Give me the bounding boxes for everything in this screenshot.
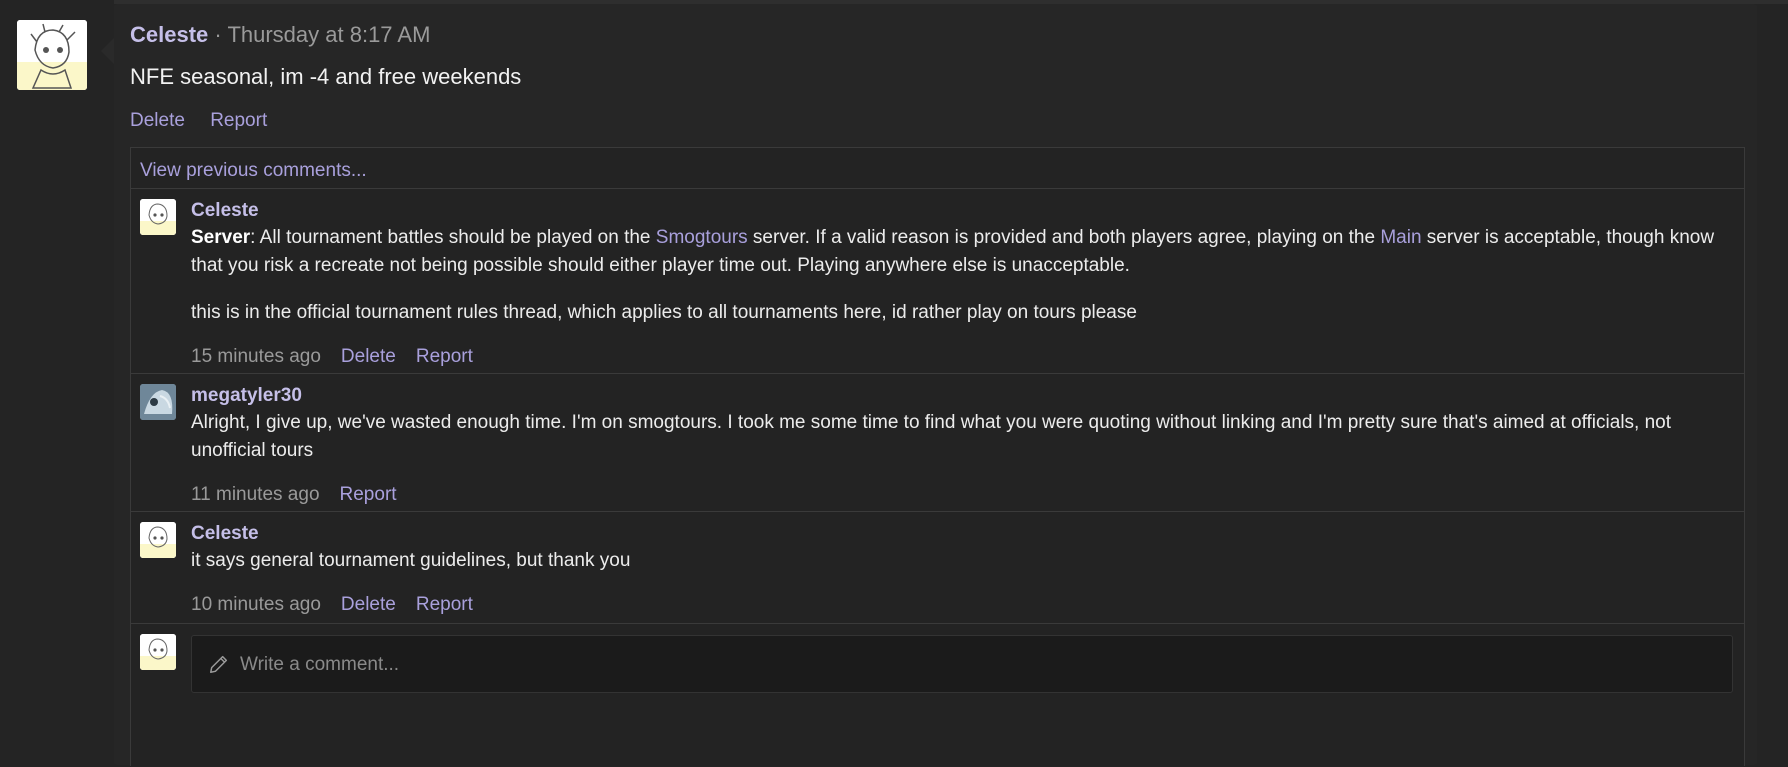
anime-avatar-icon <box>17 20 87 90</box>
main-server-link[interactable]: Main <box>1380 227 1421 248</box>
comment-author-link[interactable]: Celeste <box>191 198 1734 224</box>
comment-meta: 10 minutes ago Delete Report <box>191 592 1734 618</box>
post-body: NFE seasonal, im -4 and free weekends <box>130 64 522 89</box>
megatyler30-avatar[interactable] <box>140 384 176 420</box>
comment-item: megatyler30 Alright, I give up, we've wa… <box>131 373 1744 512</box>
comment-timestamp[interactable]: 10 minutes ago <box>191 594 321 615</box>
comment-text-part: : All tournament battles should be playe… <box>250 227 656 248</box>
comment-input[interactable] <box>238 636 1722 694</box>
pokemon-avatar-icon <box>140 384 176 420</box>
comment-report-link[interactable]: Report <box>416 346 473 367</box>
post-header: Celeste · Thursday at 8:17 AM <box>130 22 430 48</box>
post-actions: Delete Report <box>130 110 287 132</box>
comment-meta: 11 minutes ago Report <box>191 482 1734 508</box>
comment-author-link[interactable]: Celeste <box>191 521 1734 547</box>
comment-text: it says general tournament guidelines, b… <box>191 550 631 571</box>
avatar-column <box>0 0 114 765</box>
comment-timestamp[interactable]: 15 minutes ago <box>191 346 321 367</box>
post-delete-link[interactable]: Delete <box>130 110 185 131</box>
comment-delete-link[interactable]: Delete <box>341 346 396 367</box>
comment-composer-row <box>131 623 1744 767</box>
view-previous-comments-link[interactable]: View previous comments... <box>140 160 367 182</box>
celeste-avatar[interactable] <box>17 20 87 90</box>
comments-section: View previous comments... Celeste Server… <box>130 147 1745 766</box>
anime-avatar-icon <box>140 634 176 670</box>
smogtours-link[interactable]: Smogtours <box>656 227 748 248</box>
comment-report-link[interactable]: Report <box>416 594 473 615</box>
comment-delete-link[interactable]: Delete <box>341 594 396 615</box>
anime-avatar-icon <box>140 522 176 558</box>
comment-text: Server: All tournament battles should be… <box>191 224 1734 280</box>
comment-timestamp[interactable]: 11 minutes ago <box>191 484 320 505</box>
comment-text-paragraph-2: this is in the official tournament rules… <box>191 302 1137 323</box>
post-author-link[interactable]: Celeste <box>130 22 208 47</box>
comment-meta: 15 minutes ago Delete Report <box>191 344 1734 370</box>
pencil-icon <box>210 655 228 673</box>
post-report-link[interactable]: Report <box>210 110 267 131</box>
comment-composer[interactable] <box>191 635 1733 694</box>
header-separator: · <box>208 22 228 47</box>
comment-item: Celeste Server: All tournament battles s… <box>131 188 1744 374</box>
panel-pointer <box>101 38 114 64</box>
comment-item: Celeste it says general tournament guide… <box>131 511 1744 624</box>
comment-text: Alright, I give up, we've wasted enough … <box>191 412 1672 461</box>
comment-report-link[interactable]: Report <box>340 484 397 505</box>
anime-avatar-icon <box>140 199 176 235</box>
current-user-avatar <box>140 634 176 670</box>
comment-author-link[interactable]: megatyler30 <box>191 383 1734 409</box>
post-timestamp[interactable]: Thursday at 8:17 AM <box>227 22 430 47</box>
celeste-avatar[interactable] <box>140 199 176 235</box>
server-label: Server <box>191 227 251 248</box>
comment-text-part: server. If a valid reason is provided an… <box>747 227 1381 248</box>
celeste-avatar[interactable] <box>140 522 176 558</box>
